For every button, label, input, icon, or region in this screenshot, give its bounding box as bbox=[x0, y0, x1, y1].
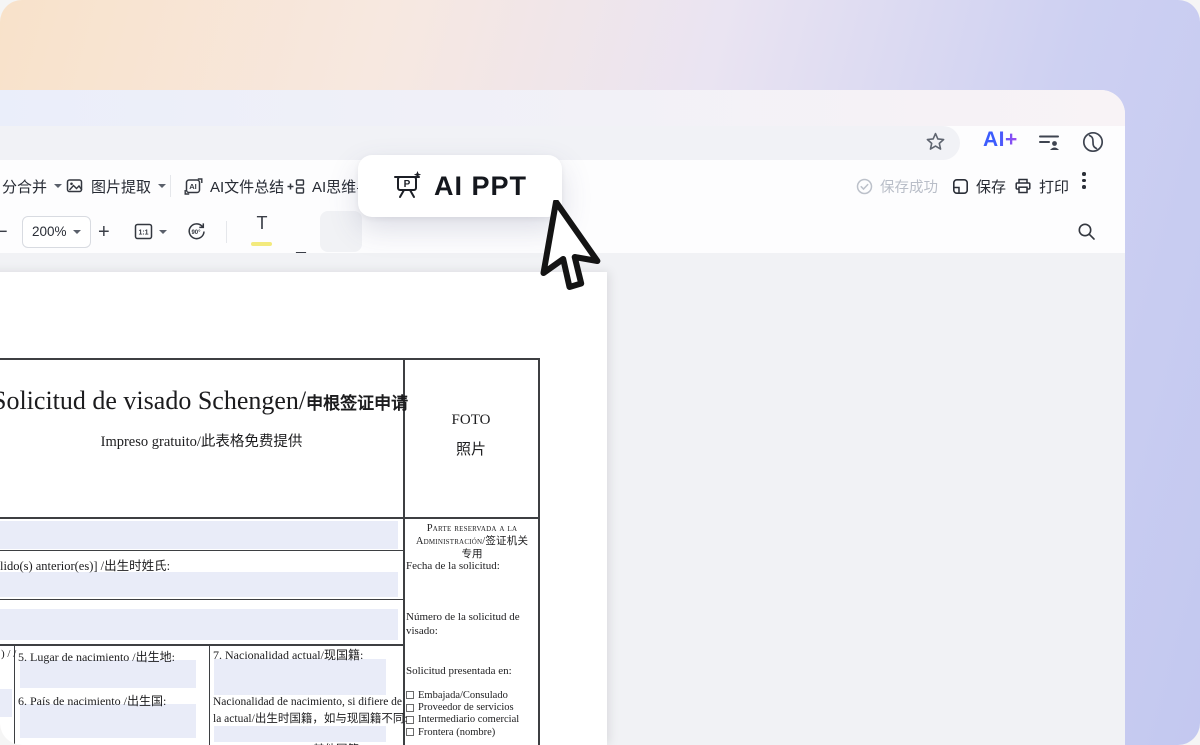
save-label: 保存 bbox=[976, 176, 1006, 197]
svg-text:90°: 90° bbox=[191, 230, 201, 236]
toolbar-divider bbox=[170, 175, 171, 197]
field-6-label: 6. País de nacimiento /出生国: bbox=[18, 692, 166, 709]
printer-icon bbox=[1014, 177, 1032, 195]
more-menu-button[interactable] bbox=[1081, 172, 1087, 189]
form-border bbox=[0, 358, 540, 360]
form-border bbox=[0, 599, 403, 600]
svg-text:AI: AI bbox=[189, 182, 197, 191]
zoom-level-value: 200% bbox=[32, 224, 67, 239]
save-button[interactable]: 保存 bbox=[952, 162, 1006, 210]
browser-logo-icon[interactable] bbox=[1082, 131, 1104, 153]
ai-summary-icon: AI bbox=[184, 177, 203, 196]
form-field-input[interactable] bbox=[0, 572, 398, 597]
form-field-input-birthcountry[interactable] bbox=[20, 704, 196, 738]
admin-option: Frontera (nombre) bbox=[406, 726, 538, 738]
actual-size-icon: 1:1 bbox=[134, 222, 153, 241]
save-status-label: 保存成功 bbox=[880, 176, 938, 197]
chevron-down-icon bbox=[54, 184, 62, 192]
field-7b-label-1: Nacionalidad de nacimiento, si difiere d… bbox=[213, 696, 402, 708]
field-7-label: 7. Nacionalidad actual/现国籍: bbox=[213, 646, 363, 663]
form-border bbox=[0, 517, 540, 519]
admin-request-number-1: Número de la solicitud de bbox=[406, 611, 520, 624]
favorite-star-icon[interactable] bbox=[926, 132, 945, 151]
toolbar-divider bbox=[226, 221, 227, 243]
image-extract-button[interactable]: 图片提取 bbox=[66, 162, 166, 210]
form-field-input-nationality[interactable] bbox=[214, 659, 386, 695]
form-field-input[interactable] bbox=[0, 521, 398, 549]
fit-page-dropdown[interactable]: 1:1 bbox=[134, 210, 167, 253]
ai-doc-summary-button[interactable]: AI AI文件总结 bbox=[184, 162, 284, 210]
svg-text:P: P bbox=[404, 179, 411, 190]
chevron-down-icon bbox=[158, 184, 166, 192]
field-prev-surname-label: lido(s) anterior(es)] /出生时姓氏: bbox=[0, 555, 170, 574]
minus-icon: − bbox=[0, 222, 8, 242]
highlight-color-bar bbox=[251, 242, 272, 246]
save-icon bbox=[952, 178, 969, 195]
admin-header-line1: Parte reservada a la bbox=[406, 522, 538, 535]
admin-option: Proveedor de servicios bbox=[406, 701, 538, 713]
print-label: 打印 bbox=[1039, 176, 1069, 197]
svg-text:1:1: 1:1 bbox=[138, 229, 148, 236]
field-7b-label-2: la actual/出生时国籍，如与现国籍不同: bbox=[213, 710, 408, 726]
checkbox-icon[interactable] bbox=[406, 728, 414, 736]
chevron-down-icon bbox=[73, 230, 81, 238]
form-field-input[interactable] bbox=[0, 609, 398, 640]
plus-icon: + bbox=[98, 222, 110, 242]
zoom-in-button[interactable]: + bbox=[98, 210, 110, 253]
date-fragment: ) / / bbox=[1, 648, 16, 660]
image-icon bbox=[66, 177, 84, 195]
ai-mindmap-icon bbox=[286, 177, 305, 196]
ai-ppt-button[interactable]: P AI PPT bbox=[358, 155, 562, 217]
window-titlebar bbox=[0, 90, 1125, 126]
form-field-input[interactable] bbox=[0, 689, 12, 717]
admin-request-number-2: visado: bbox=[406, 625, 438, 638]
print-button[interactable]: 打印 bbox=[1014, 162, 1069, 210]
save-status: 保存成功 bbox=[856, 162, 938, 210]
image-extract-label: 图片提取 bbox=[91, 176, 151, 197]
photo-label: FOTO bbox=[403, 412, 539, 429]
form-subtitle: Impreso gratuito/此表格免费提供 bbox=[0, 430, 403, 451]
admin-request-date: Fecha de la solicitud: bbox=[406, 560, 500, 573]
reading-list-icon[interactable] bbox=[1038, 132, 1060, 152]
zoom-out-button[interactable]: − bbox=[0, 210, 8, 253]
screen: AI+ 分合并 图片提取 AI AI文件总结 bbox=[0, 0, 1200, 745]
form-border bbox=[209, 644, 210, 745]
rotate-90-icon: 90° bbox=[186, 221, 207, 242]
split-merge-button[interactable]: 分合并 bbox=[2, 162, 62, 210]
field-other-nationalities-label: Otras nacionalidades(其他国籍: bbox=[213, 741, 362, 745]
search-icon[interactable] bbox=[1077, 222, 1096, 241]
chevron-down-icon bbox=[159, 230, 167, 238]
split-merge-label: 分合并 bbox=[2, 176, 47, 197]
form-border bbox=[0, 550, 403, 551]
ai-doc-summary-label: AI文件总结 bbox=[210, 176, 284, 197]
ai-ppt-label: AI PPT bbox=[434, 171, 527, 202]
checkbox-icon[interactable] bbox=[406, 691, 414, 699]
admin-submitted-at: Solicitud presentada en: bbox=[406, 665, 512, 678]
field-5-label: 5. Lugar de nacimiento /出生地: bbox=[18, 648, 175, 665]
rotate-page-button[interactable]: 90° bbox=[186, 210, 207, 253]
ai-ppt-icon: P bbox=[392, 171, 422, 201]
admin-options: Embajada/Consulado Proveedor de servicio… bbox=[406, 689, 538, 739]
cursor-arrow bbox=[536, 200, 608, 295]
form-field-input-birth-nationality[interactable] bbox=[214, 726, 386, 742]
text-strikethrough-tool-selected-bg bbox=[320, 211, 362, 252]
admin-option: Intermediario comercial bbox=[406, 714, 538, 726]
photo-label-cjk: 照片 bbox=[403, 438, 539, 459]
check-circle-icon bbox=[856, 178, 873, 195]
zoom-level-dropdown[interactable]: 200% bbox=[22, 210, 91, 253]
text-highlight-tool[interactable]: T bbox=[250, 213, 274, 249]
admin-option: Embajada/Consulado bbox=[406, 689, 538, 701]
form-title: Solicitud de visado Schengen/申根签证申请 bbox=[0, 386, 408, 416]
ai-assistant-logo[interactable]: AI+ bbox=[983, 128, 1018, 152]
admin-header-line2: Administración/签证机关 bbox=[406, 535, 538, 548]
